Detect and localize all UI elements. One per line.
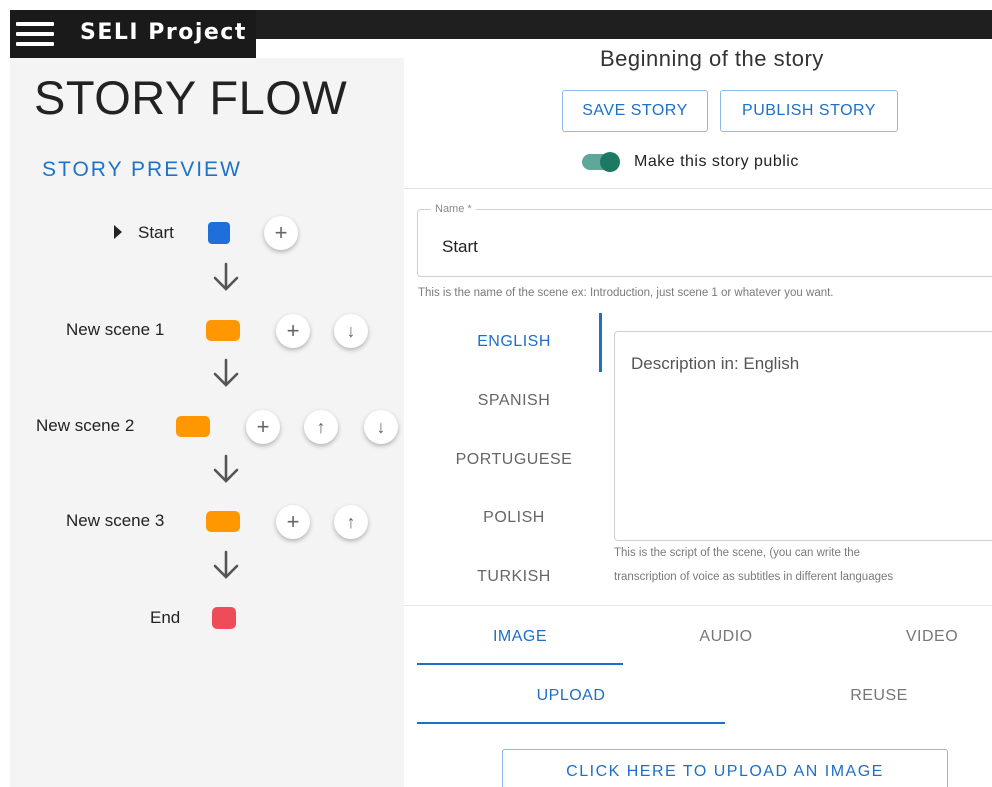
story-preview-heading: STORY PREVIEW	[42, 158, 242, 181]
brand-header: SELI Project	[10, 10, 256, 58]
plus-icon: +	[256, 414, 270, 439]
tab-language-turkish[interactable]: TURKISH	[414, 568, 614, 586]
media-tab-indicator	[417, 663, 623, 665]
flow-arrow-icon	[213, 262, 239, 291]
divider	[404, 605, 992, 606]
add-scene-button[interactable]: +	[276, 314, 310, 348]
tab-video[interactable]: VIDEO	[829, 628, 992, 646]
move-scene-up-button[interactable]: ↑	[304, 410, 338, 444]
scene-name-input[interactable]	[442, 237, 842, 257]
publish-story-button[interactable]: PUBLISH STORY	[720, 90, 898, 132]
description-helper: transcription of voice as subtitles in d…	[614, 571, 894, 583]
story-flow-panel: STORY FLOW STORY PREVIEW Start + New sce…	[10, 58, 404, 787]
source-tab-indicator	[417, 722, 725, 724]
scene-heading: Beginning of the story	[600, 46, 824, 71]
move-scene-up-button[interactable]: ↑	[334, 505, 368, 539]
flow-arrow-icon	[213, 454, 239, 483]
arrow-down-icon: ↓	[346, 321, 356, 341]
scene-color-chip	[208, 222, 230, 244]
scene-name-label: Name *	[431, 203, 476, 215]
public-story-toggle-label: Make this story public	[634, 153, 799, 170]
plus-icon: +	[286, 509, 300, 534]
tab-language-spanish[interactable]: SPANISH	[414, 392, 614, 410]
flow-arrow-icon	[213, 358, 239, 387]
toggle-knob	[600, 152, 620, 172]
language-tab-indicator	[599, 313, 602, 372]
scene-color-chip	[206, 320, 240, 341]
page-title: STORY FLOW	[34, 71, 348, 124]
scene-node-label[interactable]: End	[150, 608, 180, 628]
move-scene-down-button[interactable]: ↓	[334, 314, 368, 348]
upload-image-button[interactable]: CLICK HERE TO UPLOAD AN IMAGE	[502, 749, 948, 787]
tab-audio[interactable]: AUDIO	[623, 628, 829, 646]
tab-image[interactable]: IMAGE	[417, 628, 623, 646]
scene-node-label[interactable]: New scene 3	[66, 511, 164, 531]
divider	[404, 188, 992, 189]
scene-node-label[interactable]: New scene 2	[36, 416, 134, 436]
tab-language-polish[interactable]: POLISH	[414, 509, 614, 527]
tab-upload[interactable]: UPLOAD	[417, 687, 725, 705]
scene-editor-panel: Beginning of the story SAVE STORY PUBLIS…	[404, 39, 992, 787]
scene-color-chip	[212, 607, 236, 629]
flow-arrow-icon	[213, 550, 239, 579]
plus-icon: +	[286, 318, 300, 343]
tab-reuse[interactable]: REUSE	[725, 687, 992, 705]
description-helper: This is the script of the scene, (you ca…	[614, 547, 861, 559]
tab-language-portuguese[interactable]: PORTUGUESE	[414, 451, 614, 469]
hamburger-menu-icon[interactable]	[16, 22, 54, 46]
scene-color-chip	[206, 511, 240, 532]
scene-name-helper: This is the name of the scene ex: Introd…	[418, 287, 834, 299]
arrow-down-icon: ↓	[376, 417, 386, 437]
plus-icon: +	[274, 220, 288, 245]
tab-language-english[interactable]: ENGLISH	[414, 333, 614, 351]
save-story-button[interactable]: SAVE STORY	[562, 90, 708, 132]
expand-caret-icon[interactable]	[114, 225, 122, 239]
add-scene-button[interactable]: +	[246, 410, 280, 444]
public-story-toggle[interactable]	[582, 152, 620, 172]
arrow-up-icon: ↑	[316, 417, 326, 437]
add-scene-button[interactable]: +	[264, 216, 298, 250]
scene-node-label[interactable]: Start	[138, 223, 174, 243]
add-scene-button[interactable]: +	[276, 505, 310, 539]
scene-node-label[interactable]: New scene 1	[66, 320, 164, 340]
scene-name-field[interactable]: Name *	[417, 203, 992, 277]
description-field[interactable]	[614, 331, 992, 541]
description-textarea[interactable]	[631, 354, 991, 524]
arrow-up-icon: ↑	[346, 512, 356, 532]
app-title: SELI Project	[80, 19, 247, 45]
scene-color-chip	[176, 416, 210, 437]
move-scene-down-button[interactable]: ↓	[364, 410, 398, 444]
